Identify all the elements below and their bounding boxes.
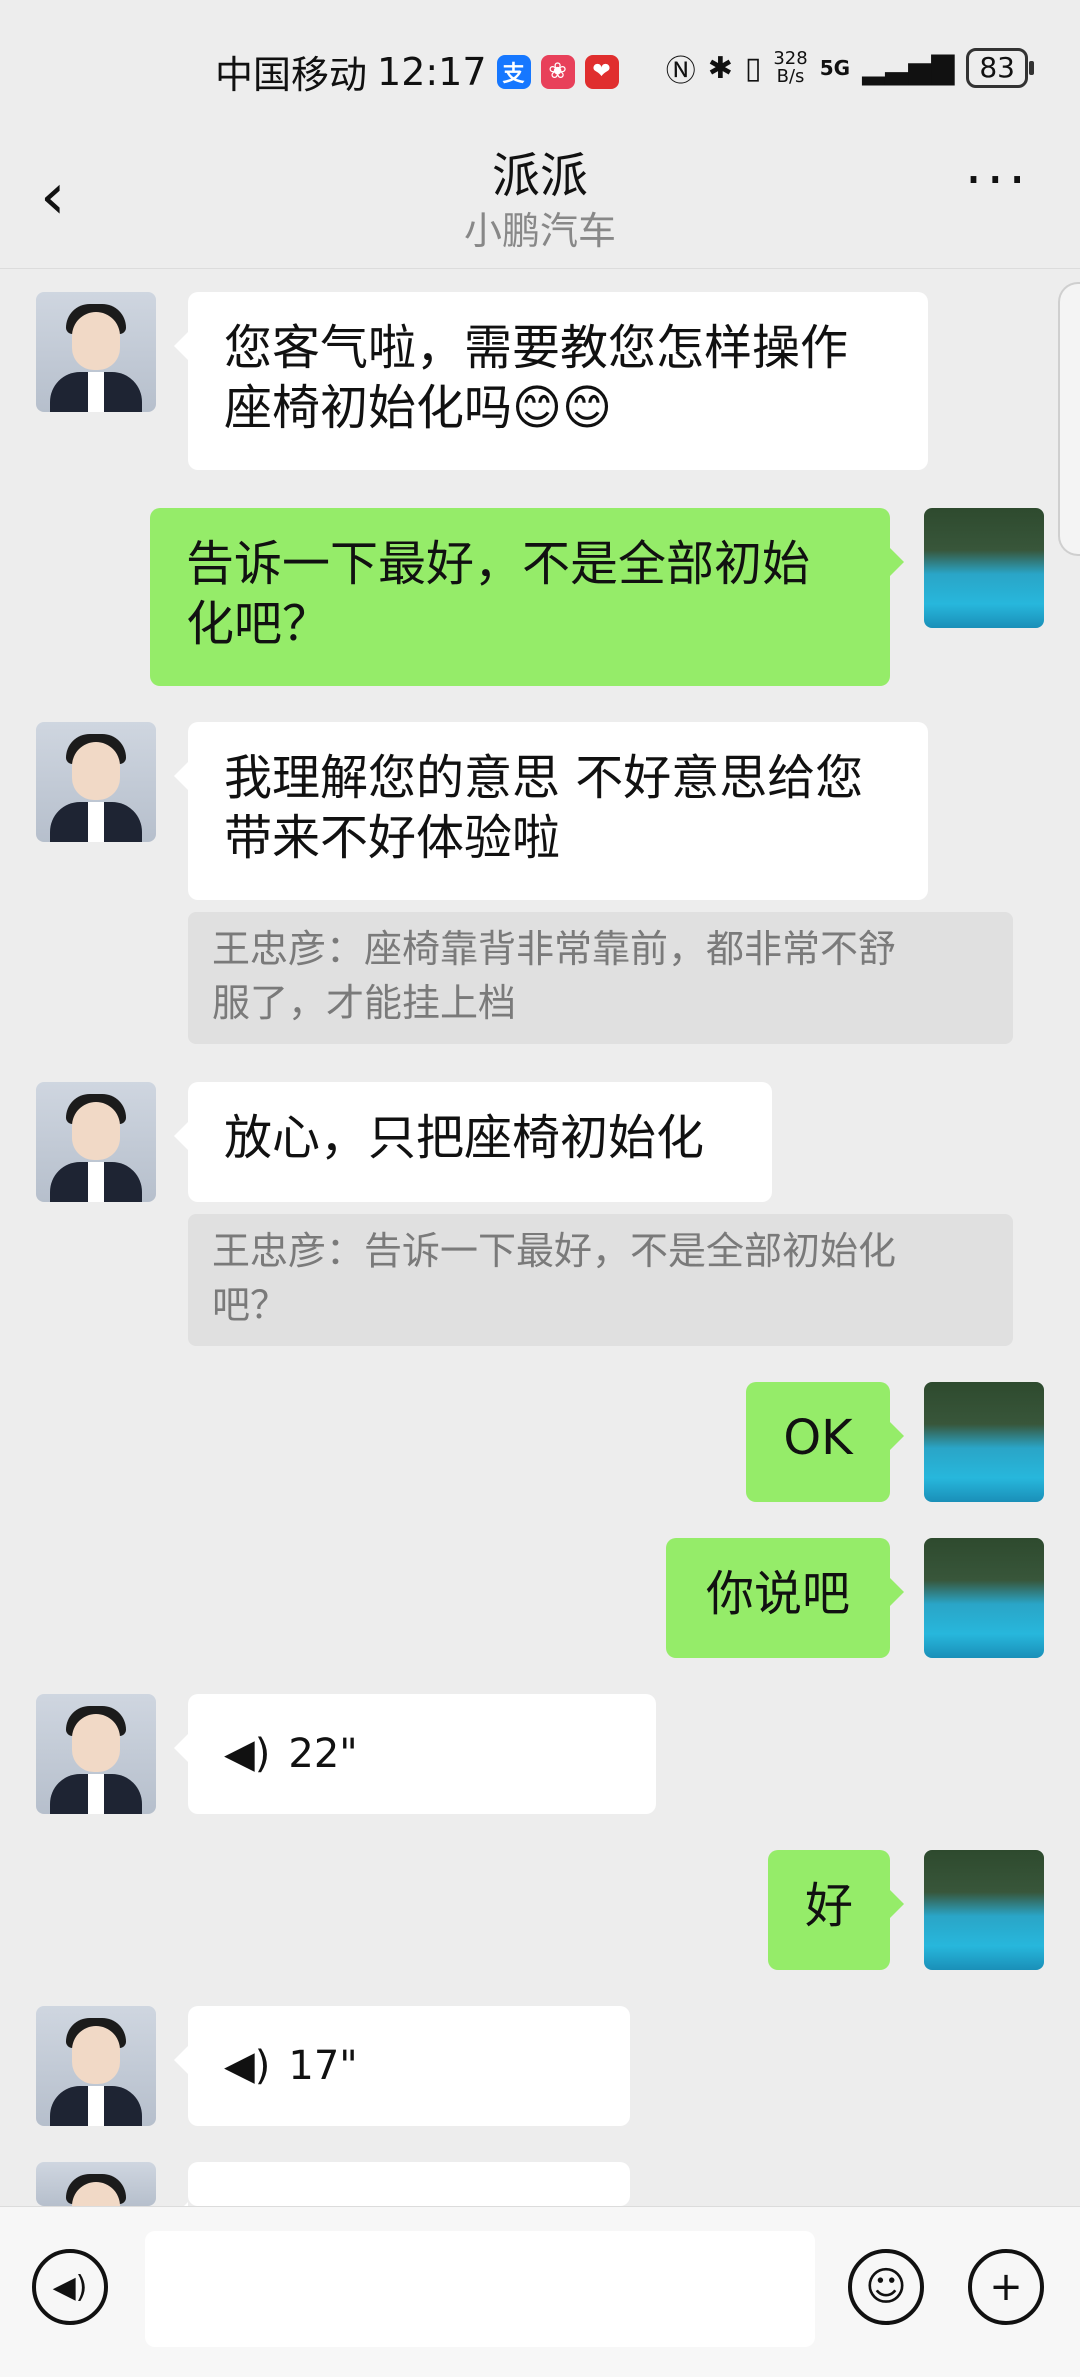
quoted-message[interactable]: 王忠彦：告诉一下最好，不是全部初始化 吧？ <box>188 1214 1013 1346</box>
message-bubble[interactable]: 放心，只把座椅初始化 <box>174 1082 772 1202</box>
nfc-icon: Ⓝ <box>665 54 696 89</box>
status-left: 中国移动 12:17 支 ❀ ❤ <box>215 44 619 99</box>
signal-icon: ▂▃▅▇ <box>862 50 955 86</box>
my-avatar[interactable] <box>924 1850 1044 1970</box>
contact-avatar[interactable] <box>36 722 156 842</box>
network-type: 5G <box>819 56 851 80</box>
contact-avatar[interactable] <box>36 1082 156 1202</box>
status-bar: 中国移动 12:17 支 ❀ ❤ Ⓝ ✱ ▯ 328 B/s 5G ▂▃▅▇ 8… <box>0 0 1080 130</box>
contact-avatar[interactable] <box>36 2162 156 2206</box>
net-speed: 328 B/s <box>773 48 808 87</box>
message-bubble[interactable]: 我理解您的意思 不好意思给您 带来不好体验啦 <box>174 722 928 900</box>
my-avatar[interactable] <box>924 508 1044 628</box>
my-avatar[interactable] <box>924 1538 1044 1658</box>
voice-wave-icon: ◀) <box>224 1731 271 1777</box>
voice-wave-icon: ◀) <box>224 2043 271 2089</box>
scroll-handle[interactable] <box>1058 282 1080 556</box>
status-right: Ⓝ ✱ ▯ 328 B/s 5G ▂▃▅▇ 83 <box>665 46 1034 90</box>
bluetooth-icon: ✱ <box>707 50 733 86</box>
chat-header: ‹ 派派 小鹏汽车 ··· <box>0 130 1080 270</box>
voice-duration: 17" <box>288 2043 358 2089</box>
contact-avatar[interactable] <box>36 2006 156 2126</box>
emoji-button[interactable]: ☺ <box>848 2249 924 2325</box>
plus-icon: + <box>989 2264 1023 2310</box>
chat-title: 派派 <box>491 148 588 204</box>
voice-message[interactable]: ◀) 22" <box>174 1694 656 1814</box>
app-notification-icon-2: ❤ <box>584 54 619 89</box>
voice-duration: 22" <box>288 1731 358 1777</box>
app-notification-icon: ❀ <box>540 54 575 89</box>
message-bubble[interactable]: 您客气啦，需要教您怎样操作 座椅初始化吗😊😊 <box>174 292 928 470</box>
alipay-icon: 支 <box>496 54 531 89</box>
header-divider <box>0 268 1080 269</box>
message-bubble-partial[interactable] <box>174 2162 630 2230</box>
input-bar: ◀) ☺ + <box>0 2206 1080 2377</box>
chat-subtitle: 小鹏汽车 <box>463 209 616 253</box>
message-bubble[interactable]: 你说吧 <box>666 1538 904 1658</box>
vibrate-icon: ▯ <box>744 50 762 86</box>
contact-avatar[interactable] <box>36 292 156 412</box>
quoted-message[interactable]: 王忠彦：座椅靠背非常靠前，都非常不舒 服了，才能挂上档 <box>188 912 1013 1044</box>
voice-input-icon: ◀) <box>52 2269 88 2305</box>
my-avatar[interactable] <box>924 1382 1044 1502</box>
message-bubble[interactable]: 告诉一下最好，不是全部初始 化吧？ <box>150 508 904 686</box>
clock: 12:17 <box>377 49 487 94</box>
emoji-icon: ☺ <box>865 2264 907 2310</box>
message-bubble[interactable]: 好 <box>768 1850 904 1970</box>
voice-message[interactable]: ◀) 17" <box>174 2006 630 2126</box>
plus-button[interactable]: + <box>968 2249 1044 2325</box>
message-input[interactable] <box>145 2231 815 2347</box>
contact-avatar[interactable] <box>36 1694 156 1814</box>
message-bubble[interactable]: OK <box>746 1382 904 1502</box>
more-options-button[interactable]: ··· <box>965 148 1030 213</box>
battery-indicator: 83 <box>966 48 1034 88</box>
carrier-label: 中国移动 <box>215 53 368 97</box>
voice-input-button[interactable]: ◀) <box>32 2249 108 2325</box>
